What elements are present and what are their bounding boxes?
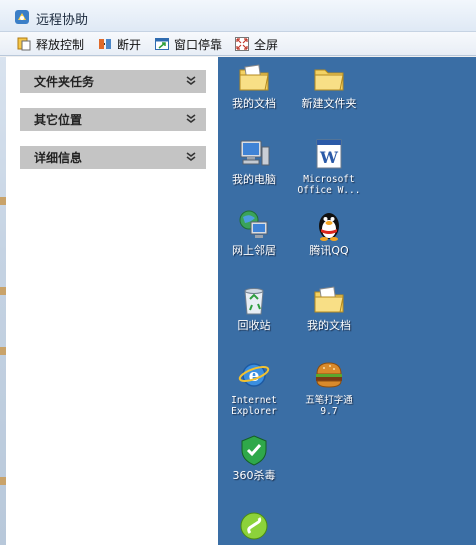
desktop-icon-network-places[interactable]: 网上邻居 — [217, 208, 291, 257]
hamburger-icon — [316, 362, 342, 388]
desktop-icon-music-app[interactable] — [217, 509, 291, 543]
title-bar[interactable]: 远程协助 — [0, 0, 476, 32]
my-computer-icon — [240, 140, 270, 166]
task-group-folder-tasks[interactable]: 文件夹任务 — [20, 70, 206, 93]
desktop-icon-label: 我的文档 — [307, 319, 351, 332]
desktop-icon-label: Internet Explorer — [231, 395, 277, 417]
explorer-task-pane: 文件夹任务 其它位置 详细信息 — [6, 57, 218, 545]
remote-assistance-window: 远程协助 释放控制 断开 窗口停靠 全屏 文件夹任务 其它位置 详细信息 我的文… — [0, 0, 476, 545]
task-group-other-places[interactable]: 其它位置 — [20, 108, 206, 131]
shield-antivirus-icon — [241, 435, 267, 466]
my-documents-folder-icon — [239, 64, 269, 91]
fullscreen-label: 全屏 — [254, 37, 279, 52]
dock-window-button[interactable]: 窗口停靠 — [154, 35, 222, 53]
desktop-icon-label: 回收站 — [237, 319, 271, 332]
desktop-icon-label: 腾讯QQ — [309, 244, 349, 257]
desktop-icon-label: 五笔打字通 9.7 — [305, 395, 353, 417]
fullscreen-icon — [235, 37, 249, 51]
my-documents-folder-icon — [314, 286, 344, 313]
task-group-label: 其它位置 — [34, 113, 83, 127]
remote-assistance-app-icon — [15, 10, 29, 24]
desktop-icon-recycle-bin[interactable]: 回收站 — [217, 283, 291, 332]
desktop-icon-new-folder[interactable]: 新建文件夹 — [292, 61, 366, 110]
disconnect-label: 断开 — [117, 37, 142, 52]
toolbar: 释放控制 断开 窗口停靠 全屏 — [0, 32, 476, 56]
word-document-icon: W — [316, 139, 342, 169]
desktop-icon-360-antivirus[interactable]: 360杀毒 — [217, 433, 291, 482]
dock-window-label: 窗口停靠 — [174, 37, 223, 52]
desktop-icon-label: 我的文档 — [232, 97, 276, 110]
task-group-details[interactable]: 详细信息 — [20, 146, 206, 169]
chevron-down-icon[interactable] — [185, 151, 197, 163]
desktop-icon-microsoft-word[interactable]: W Microsoft Office W... — [292, 137, 366, 196]
desktop-icon-my-computer[interactable]: 我的电脑 — [217, 137, 291, 186]
desktop-icon-label: 我的电脑 — [232, 173, 276, 186]
desktop-icon-label: 360杀毒 — [232, 469, 276, 482]
desktop-icon-label: 新建文件夹 — [301, 97, 357, 110]
release-control-icon — [17, 37, 31, 51]
fullscreen-button[interactable]: 全屏 — [234, 35, 278, 53]
desktop-icon-internet-explorer[interactable]: e Internet Explorer — [217, 358, 291, 417]
task-group-label: 详细信息 — [34, 151, 83, 165]
recycle-bin-icon — [244, 288, 264, 315]
window-title: 远程协助 — [36, 13, 89, 28]
desktop-icon-label: Microsoft Office W... — [297, 174, 361, 196]
chevron-down-icon[interactable] — [185, 113, 197, 125]
green-note-icon — [240, 512, 268, 540]
qq-penguin-icon — [319, 213, 339, 241]
remote-desktop-viewport[interactable]: 文件夹任务 其它位置 详细信息 我的文档 我的电脑 网上邻居 回收站 e Int… — [0, 57, 476, 545]
desktop-icon-label: 网上邻居 — [232, 244, 276, 257]
release-control-button[interactable]: 释放控制 — [16, 35, 84, 53]
dock-window-icon — [155, 38, 169, 50]
desktop-icon-wubi-typing[interactable]: 五笔打字通 9.7 — [292, 358, 366, 417]
folder-icon — [314, 69, 344, 91]
disconnect-button[interactable]: 断开 — [97, 35, 141, 53]
release-control-label: 释放控制 — [36, 37, 85, 52]
svg-text:W: W — [319, 148, 339, 167]
internet-explorer-icon: e — [238, 363, 270, 387]
network-places-icon — [239, 210, 268, 238]
desktop-icon-tencent-qq[interactable]: 腾讯QQ — [292, 208, 366, 257]
chevron-down-icon[interactable] — [185, 75, 197, 87]
desktop-icon-my-documents-2[interactable]: 我的文档 — [292, 283, 366, 332]
desktop-icon-my-documents[interactable]: 我的文档 — [217, 61, 291, 110]
task-group-label: 文件夹任务 — [34, 75, 95, 89]
disconnect-icon — [99, 39, 111, 49]
